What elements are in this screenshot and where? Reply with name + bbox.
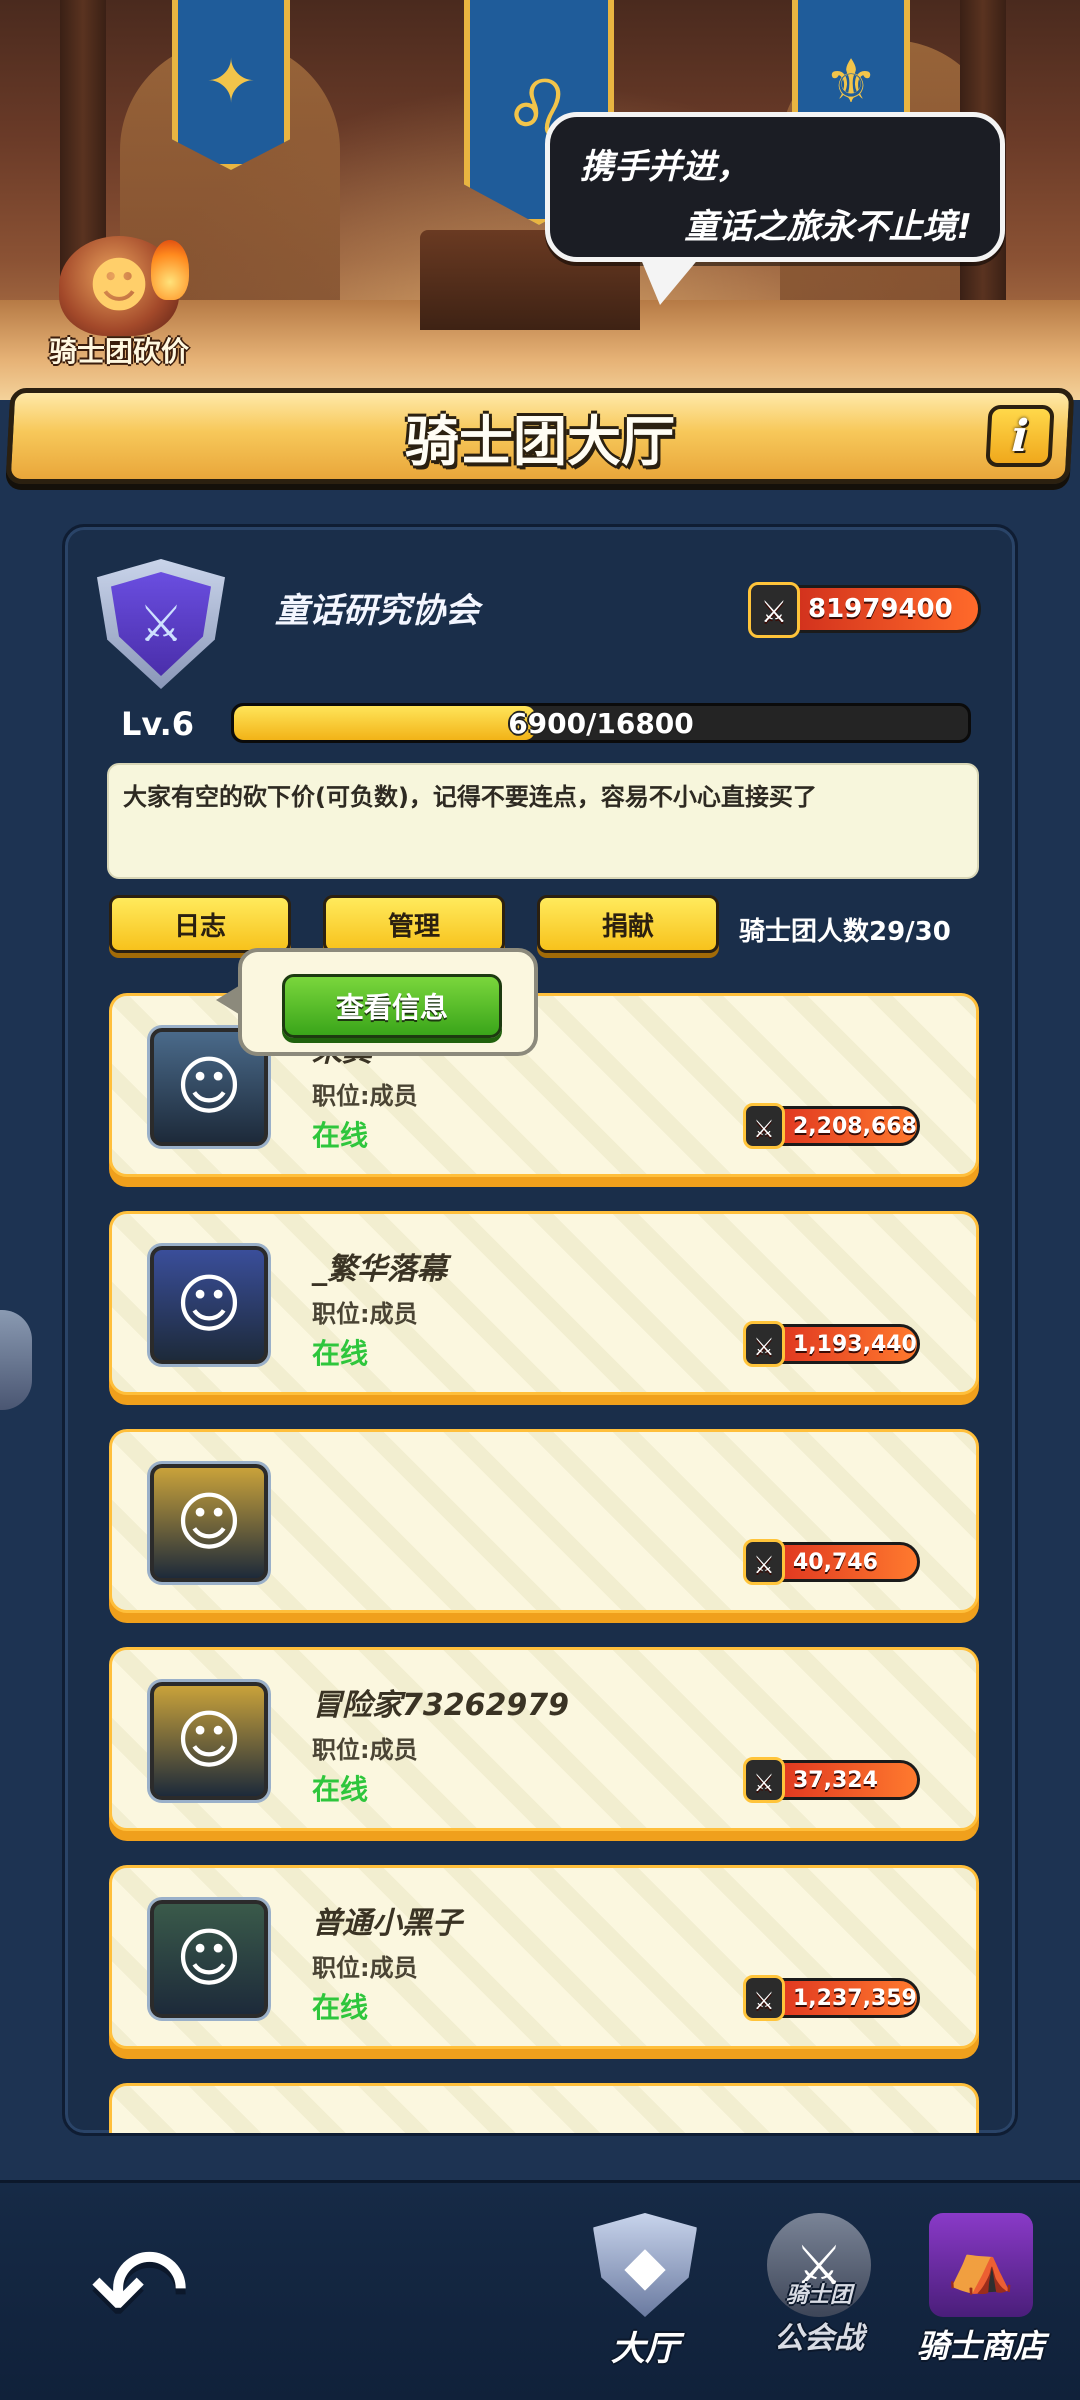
guild-bargain-button[interactable]: ☻ 骑士团砍价 (38, 230, 200, 370)
guild-notice: 大家有空的砍下价(可负数)，记得不要连点，容易不小心直接买了 (107, 763, 979, 879)
member-avatar[interactable]: ☺ (150, 1464, 268, 1582)
side-character-peek (0, 1310, 32, 1410)
member-power-badge: ⚔ 1,193,440 (743, 1321, 920, 1367)
member-status: 在线 (312, 1337, 369, 1370)
member-card[interactable]: ☺ _繁华落幕 职位:成员 在线 ⚔ 1,193,440 (109, 1211, 979, 1395)
member-power-badge: ⚔ 1,237,359 (743, 1975, 920, 2021)
donate-button[interactable]: 捐献 (537, 895, 719, 953)
speech-line-1: 携手并进， (580, 147, 750, 187)
member-role: 职位:成员 (312, 1736, 418, 1764)
guild-power-badge: ⚔ 81979400 (748, 582, 981, 638)
guild-exp-bar: 6900/16800 (231, 703, 971, 743)
guild-exp-text: 6900/16800 (508, 706, 694, 740)
title-bar: 骑士团大厅 i (5, 388, 1075, 484)
crossed-swords-icon: ⚔ (748, 582, 800, 638)
view-info-button[interactable]: 查看信息 (282, 974, 502, 1038)
nav-hall-label: 大厅 (611, 2329, 679, 2369)
back-arrow-icon[interactable]: ↶ (70, 2232, 210, 2352)
member-status: 在线 (312, 1991, 369, 2024)
member-role: 职位:成员 (312, 1954, 418, 1982)
member-power-badge: ⚔ 40,746 (743, 1539, 920, 1585)
speech-bubble: 携手并进， 童话之旅永不止境! (545, 112, 1005, 305)
guild-panel: ⚔ 童话研究协会 ⚔ 81979400 Lv.6 6900/16800 大家有空… (62, 524, 1018, 2136)
nav-hall[interactable]: ◆ 大厅 (570, 2213, 720, 2393)
nav-knight-shop[interactable]: ⛺ 骑士商店 (906, 2213, 1056, 2393)
member-card[interactable]: ☺ 冒险家73262979 职位:成员 在线 ⚔ 37,324 (109, 1647, 979, 1831)
speech-line-2: 童话之旅永不止境! (684, 207, 972, 247)
member-role: 职位:成员 (312, 1300, 418, 1328)
guild-power-value: 81979400 (808, 594, 953, 624)
member-card-partial[interactable] (109, 2083, 979, 2133)
manage-button[interactable]: 管理 (323, 895, 505, 953)
info-icon: i (1010, 410, 1030, 462)
nav-war-label: 公会战 (774, 2321, 864, 2356)
hall-scene-banner: ✦ ♌ ⚜ 携手并进， 童话之旅永不止境! ☻ 骑士团砍价 (0, 0, 1080, 400)
member-avatar[interactable]: ☺ (150, 1682, 268, 1800)
star-pennant-icon: ✦ (172, 0, 290, 170)
crossed-swords-icon: ⚔ (743, 1103, 785, 1149)
crossed-swords-icon: ⚔ (743, 1757, 785, 1803)
page-title: 骑士团大厅 (405, 409, 675, 473)
guild-name: 童话研究协会 (275, 591, 479, 631)
member-power-badge: ⚔ 37,324 (743, 1757, 920, 1803)
bargain-label: 骑士团砍价 (48, 335, 189, 368)
crossed-swords-icon: ⚔ (743, 1539, 785, 1585)
guild-crest-icon: ⚔ (97, 559, 225, 689)
member-name: 普通小黑子 (312, 1906, 462, 1941)
nav-war-icon-label: 骑士团 (785, 2283, 852, 2308)
member-power-value: 1,193,440 (793, 1331, 917, 1357)
member-card[interactable]: ☺ ⚔ 40,746 (109, 1429, 979, 1613)
member-count: 骑士团人数29/30 (739, 917, 951, 947)
member-power-value: 37,324 (793, 1767, 878, 1793)
member-power-value: 1,237,359 (793, 1985, 917, 2011)
crossed-swords-icon: ⚔ (743, 1321, 785, 1367)
crossed-swords-icon: ⚔ (743, 1975, 785, 2021)
member-action-popup: 查看信息 (216, 948, 538, 1056)
nav-shop-label: 骑士商店 (916, 2327, 1045, 2365)
member-name: 冒险家73262979 (312, 1688, 569, 1723)
member-avatar[interactable]: ☺ (150, 1900, 268, 2018)
bargain-dwarf-icon: ☻ (59, 236, 189, 336)
log-button[interactable]: 日志 (109, 895, 291, 953)
bottom-nav-bar: ↶ ◆ 大厅 ⚔ 骑士团 公会战 ⛺ 骑士商店 (0, 2180, 1080, 2400)
member-avatar[interactable]: ☺ (150, 1246, 268, 1364)
hall-shield-icon: ◆ (593, 2213, 697, 2317)
nav-guild-war[interactable]: ⚔ 骑士团 公会战 (744, 2213, 894, 2393)
shop-stall-icon: ⛺ (929, 2213, 1033, 2317)
member-power-value: 2,208,668 (793, 1113, 917, 1139)
member-power-badge: ⚔ 2,208,668 (743, 1103, 920, 1149)
member-power-value: 40,746 (793, 1549, 878, 1575)
guild-level: Lv.6 (121, 705, 195, 743)
member-status: 在线 (312, 1119, 369, 1152)
info-button[interactable]: i (985, 405, 1055, 467)
member-role: 职位:成员 (312, 1082, 418, 1110)
member-card[interactable]: ☺ 普通小黑子 职位:成员 在线 ⚔ 1,237,359 (109, 1865, 979, 2049)
member-name: _繁华落幕 (312, 1252, 447, 1287)
member-status: 在线 (312, 1773, 369, 1806)
